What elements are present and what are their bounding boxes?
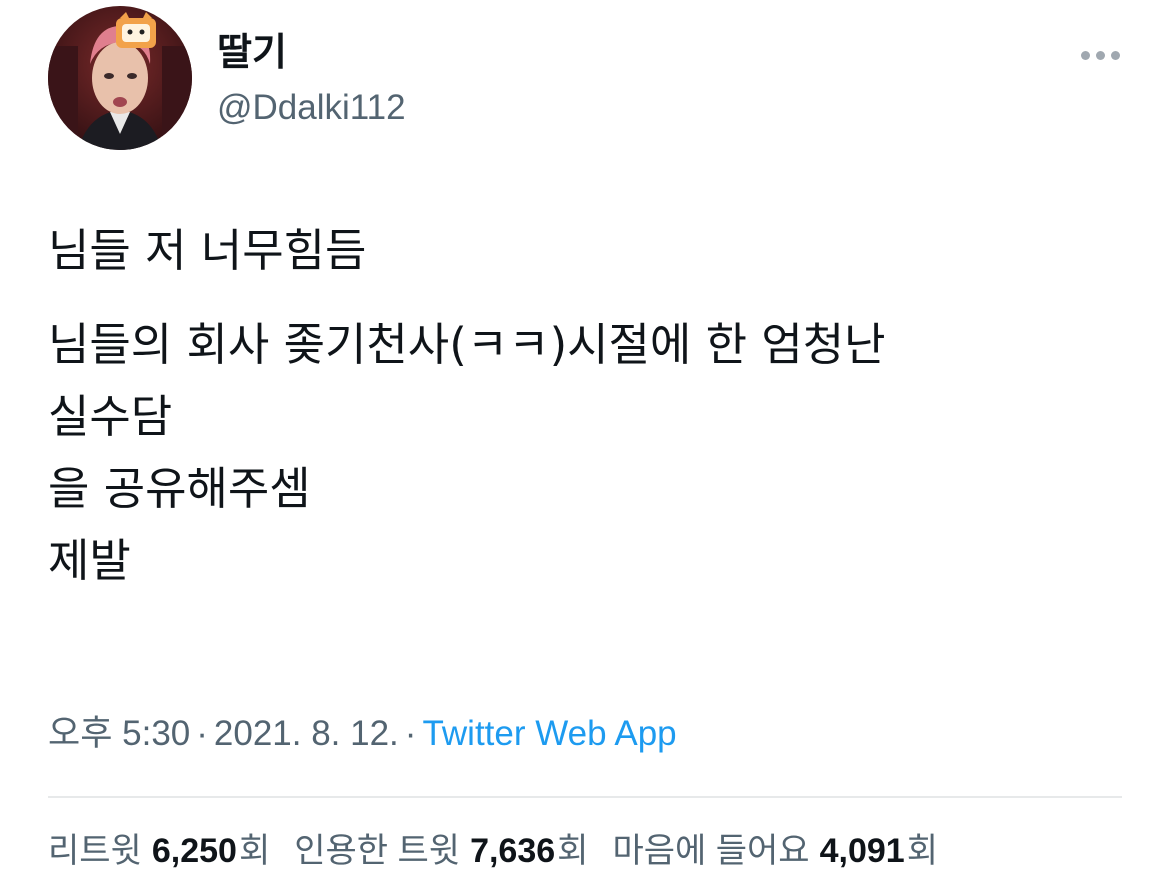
retweets-label: 리트윗 bbox=[48, 832, 142, 870]
more-dot bbox=[1110, 50, 1120, 60]
tweet-text: 님들 저 너무힘듬 님들의 회사 좆기천사(ㅋㅋ)시절에 한 엄청난 실수담 을… bbox=[48, 215, 1128, 597]
likes-unit: 회 bbox=[906, 832, 938, 870]
retweets-count: 6,250 bbox=[151, 832, 237, 870]
tweet-stats: 리트윗 6,250회 인용한 트윗 7,636회 마음에 들어요 4,091회 bbox=[48, 826, 962, 876]
tweet-line: 제발 bbox=[48, 534, 131, 587]
display-name[interactable]: 딸기 bbox=[217, 28, 406, 76]
quotes-stat[interactable]: 인용한 트윗 7,636회 bbox=[294, 826, 588, 876]
tweet-time[interactable]: 오후 5:30 bbox=[48, 714, 190, 753]
retweets-unit: 회 bbox=[238, 832, 271, 870]
tweet-line: 실수담 bbox=[48, 390, 173, 443]
user-names: 딸기 @Ddalki112 bbox=[217, 28, 406, 132]
tweet-header: 딸기 @Ddalki112 bbox=[48, 6, 1128, 151]
more-dot bbox=[1095, 50, 1105, 60]
avatar[interactable] bbox=[48, 6, 192, 150]
likes-stat[interactable]: 마음에 들어요 4,091회 bbox=[612, 826, 938, 876]
tweet-line: 님들의 회사 좆기천사(ㅋㅋ)시절에 한 엄청난 bbox=[48, 318, 886, 371]
divider bbox=[48, 796, 1122, 798]
retweets-stat[interactable]: 리트윗 6,250회 bbox=[48, 826, 270, 876]
quotes-label: 인용한 트윗 bbox=[294, 832, 461, 870]
tweet-line: 을 공유해주셈 bbox=[48, 462, 311, 515]
source-link[interactable]: Twitter Web App bbox=[422, 714, 676, 753]
username[interactable]: @Ddalki112 bbox=[217, 84, 406, 132]
separator: · bbox=[196, 714, 208, 753]
quotes-count: 7,636 bbox=[470, 832, 556, 870]
likes-label: 마음에 들어요 bbox=[612, 832, 810, 870]
tweet-meta: 오후 5:30 · 2021. 8. 12. · Twitter Web App bbox=[48, 710, 677, 758]
separator: · bbox=[404, 714, 417, 753]
more-dot bbox=[1080, 50, 1090, 60]
tweet-line: 님들 저 너무힘듬 bbox=[48, 224, 367, 277]
quotes-unit: 회 bbox=[557, 832, 589, 870]
likes-count: 4,091 bbox=[819, 832, 905, 870]
tweet-date[interactable]: 2021. 8. 12. bbox=[214, 714, 399, 753]
more-horizontal-icon[interactable] bbox=[1072, 40, 1128, 70]
